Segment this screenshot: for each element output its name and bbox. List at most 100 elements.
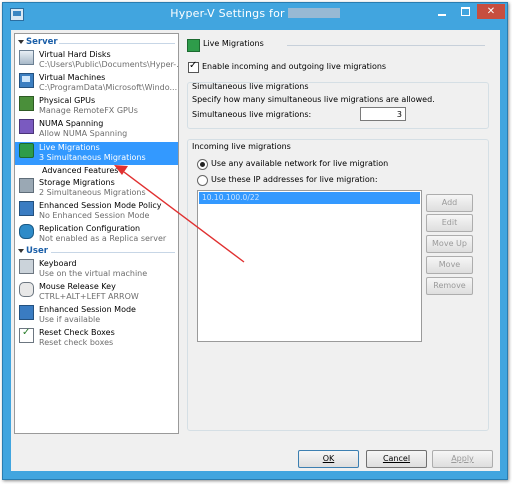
cancel-button[interactable]: Cancel	[366, 450, 427, 468]
move-down-button[interactable]: Move Down	[426, 256, 473, 285]
hard-disk-icon	[19, 50, 34, 65]
cancel-button-label: Cancel	[382, 454, 411, 463]
panel-header: Live Migrations	[187, 39, 485, 52]
maximize-icon	[460, 7, 470, 16]
nav-item-label: Advanced Features	[42, 166, 119, 175]
nav-item-sublabel: Use if available	[39, 315, 101, 324]
nav-item-enhanced-session-policy[interactable]: Enhanced Session Mode Policy No Enhanced…	[15, 200, 178, 223]
minimize-icon	[438, 13, 446, 16]
edit-address-button[interactable]: Edit	[426, 214, 473, 232]
nav-item-sublabel: C:\ProgramData\Microsoft\Windo...	[39, 83, 178, 92]
remove-address-button[interactable]: Remove	[426, 277, 473, 295]
maximize-button[interactable]	[454, 4, 476, 19]
live-migration-icon	[19, 143, 34, 158]
live-migrations-panel: Live Migrations Enable incoming and outg…	[181, 33, 492, 432]
nav-item-label: Physical GPUs	[39, 96, 96, 105]
move-up-button[interactable]: Move Up	[426, 235, 473, 253]
close-button[interactable]: ✕	[477, 4, 505, 19]
simultaneous-field-label: Simultaneous live migrations:	[192, 110, 312, 119]
simultaneous-migrations-input[interactable]: 3	[360, 107, 406, 121]
nav-item-sublabel: Manage RemoteFX GPUs	[39, 106, 138, 115]
nav-item-sublabel: C:\Users\Public\Documents\Hyper-...	[39, 60, 179, 69]
user-section-header[interactable]: User	[15, 246, 178, 257]
nav-item-sublabel: 3 Simultaneous Migrations	[39, 153, 146, 162]
header-divider	[287, 45, 485, 46]
keyboard-icon	[19, 259, 34, 274]
nav-item-label: Enhanced Session Mode	[39, 305, 136, 314]
server-section-header[interactable]: Server	[15, 37, 178, 48]
hyperv-settings-window: Hyper-V Settings for ✕ Server Virtual Ha…	[2, 2, 508, 480]
nav-item-numa-spanning[interactable]: NUMA Spanning Allow NUMA Spanning	[15, 118, 178, 141]
mouse-icon	[19, 282, 34, 297]
nav-item-sublabel: No Enhanced Session Mode	[39, 211, 150, 220]
section-divider	[59, 43, 175, 44]
redacted-server-name	[287, 8, 340, 18]
nav-item-sublabel: 2 Simultaneous Migrations	[39, 188, 146, 197]
ip-address-row[interactable]: 10.10.100.0/22	[199, 192, 420, 204]
nav-item-label: Storage Migrations	[39, 178, 115, 187]
nav-item-mouse-release-key[interactable]: Mouse Release Key CTRL+ALT+LEFT ARROW	[15, 281, 178, 304]
title-bar[interactable]: Hyper-V Settings for ✕	[3, 3, 507, 25]
apply-button[interactable]: Apply	[432, 450, 493, 468]
replication-icon	[19, 224, 34, 239]
enhanced-session-icon	[19, 305, 34, 320]
nav-item-virtual-hard-disks[interactable]: Virtual Hard Disks C:\Users\Public\Docum…	[15, 49, 178, 72]
nav-item-label: Keyboard	[39, 259, 77, 268]
nav-item-enhanced-session-mode[interactable]: Enhanced Session Mode Use if available	[15, 304, 178, 327]
close-icon: ✕	[486, 6, 496, 17]
simultaneous-migrations-group: Simultaneous live migrations Specify how…	[187, 82, 489, 129]
enable-live-migrations-checkbox[interactable]	[188, 60, 199, 73]
nav-item-label: Replication Configuration	[39, 224, 141, 233]
ip-address-list[interactable]: 10.10.100.0/22	[197, 190, 422, 342]
incoming-migrations-group: Incoming live migrations Use any availab…	[187, 139, 489, 431]
nav-item-replication-configuration[interactable]: Replication Configuration Not enabled as…	[15, 223, 178, 246]
nav-item-sublabel: Allow NUMA Spanning	[39, 129, 128, 138]
dialog-client-area: Server Virtual Hard Disks C:\Users\Publi…	[11, 30, 500, 471]
add-address-button[interactable]: Add	[426, 194, 473, 212]
numa-icon	[19, 119, 34, 134]
section-divider	[51, 252, 175, 253]
nav-item-live-migrations[interactable]: Live Migrations 3 Simultaneous Migration…	[15, 142, 178, 165]
window-title-text: Hyper-V Settings for	[170, 7, 285, 20]
gpu-icon	[19, 96, 34, 111]
user-header-label: User	[26, 246, 48, 256]
group-title: Simultaneous live migrations	[192, 82, 309, 91]
minimize-button[interactable]	[431, 4, 453, 19]
radio-these-addresses[interactable]	[197, 175, 208, 186]
group-description: Specify how many simultaneous live migra…	[192, 95, 435, 104]
nav-item-label: Virtual Hard Disks	[39, 50, 111, 59]
ok-button[interactable]: OK	[298, 450, 359, 468]
nav-item-storage-migrations[interactable]: Storage Migrations 2 Simultaneous Migrat…	[15, 177, 178, 200]
nav-item-sublabel: Reset check boxes	[39, 338, 114, 347]
virtual-machine-icon	[19, 73, 34, 88]
nav-item-label: Enhanced Session Mode Policy	[39, 201, 162, 210]
ok-button-label: OK	[322, 454, 335, 463]
radio-any-network-label[interactable]: Use any available network for live migra…	[211, 159, 388, 168]
settings-nav-tree[interactable]: Server Virtual Hard Disks C:\Users\Publi…	[14, 33, 179, 434]
nav-item-sublabel: Use on the virtual machine	[39, 269, 148, 278]
nav-item-label: Reset Check Boxes	[39, 328, 115, 337]
nav-item-label: Mouse Release Key	[39, 282, 116, 291]
storage-icon	[19, 178, 34, 193]
nav-item-sublabel: Not enabled as a Replica server	[39, 234, 167, 243]
collapse-arrow-icon[interactable]	[18, 40, 24, 44]
nav-item-advanced-features[interactable]: Advanced Features	[15, 165, 178, 177]
enhanced-session-icon	[19, 201, 34, 216]
nav-item-label: Live Migrations	[39, 143, 100, 152]
nav-item-keyboard[interactable]: Keyboard Use on the virtual machine	[15, 258, 178, 281]
server-header-label: Server	[26, 37, 58, 47]
nav-item-reset-check-boxes[interactable]: Reset Check Boxes Reset check boxes	[15, 327, 178, 350]
radio-these-addresses-label[interactable]: Use these IP addresses for live migratio…	[211, 175, 378, 184]
group-title: Incoming live migrations	[192, 142, 291, 151]
nav-item-physical-gpus[interactable]: Physical GPUs Manage RemoteFX GPUs	[15, 95, 178, 118]
enable-live-migrations-label[interactable]: Enable incoming and outgoing live migrat…	[202, 62, 386, 71]
nav-item-label: Virtual Machines	[39, 73, 106, 82]
nav-item-virtual-machines[interactable]: Virtual Machines C:\ProgramData\Microsof…	[15, 72, 178, 95]
nav-item-label: NUMA Spanning	[39, 119, 104, 128]
checkbox-icon	[19, 327, 34, 343]
radio-any-network[interactable]	[197, 159, 208, 170]
collapse-arrow-icon[interactable]	[18, 249, 24, 253]
apply-button-label: Apply	[451, 454, 474, 463]
live-migration-icon	[187, 39, 200, 52]
panel-title: Live Migrations	[203, 39, 264, 48]
